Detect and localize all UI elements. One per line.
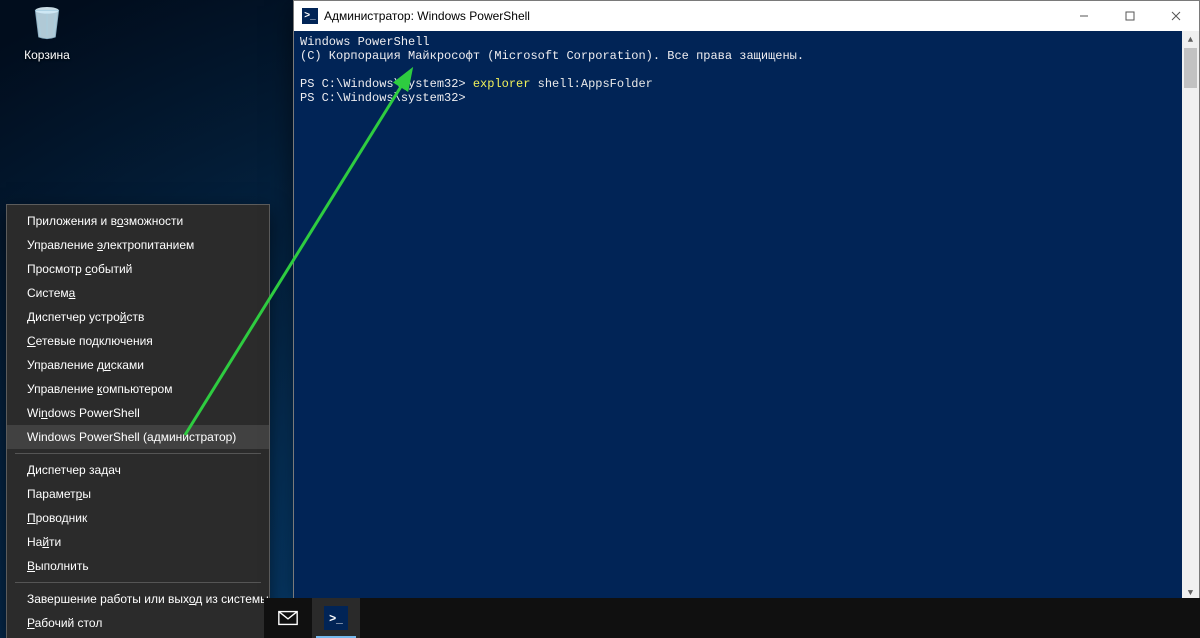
quickmenu-item[interactable]: Завершение работы или выход из системы	[7, 587, 269, 611]
menu-separator	[15, 453, 261, 454]
maximize-button[interactable]	[1107, 1, 1153, 31]
quickmenu-item[interactable]: Проводник	[7, 506, 269, 530]
powershell-icon: >_	[324, 606, 348, 630]
scroll-thumb[interactable]	[1184, 48, 1197, 88]
quickmenu-item[interactable]: Выполнить	[7, 554, 269, 578]
console-line: PS C:\Windows\system32>	[300, 91, 1193, 105]
quickmenu-item[interactable]: Система	[7, 281, 269, 305]
console-line: PS C:\Windows\system32> explorer shell:A…	[300, 77, 1193, 91]
quickmenu-item[interactable]: Управление электропитанием	[7, 233, 269, 257]
winx-quick-menu[interactable]: Приложения и возможностиУправление элект…	[6, 204, 270, 638]
console-line: Windows PowerShell	[300, 35, 1193, 49]
mail-icon	[277, 607, 299, 629]
quickmenu-item[interactable]: Windows PowerShell (администратор)	[7, 425, 269, 449]
scroll-track[interactable]	[1182, 48, 1199, 584]
console-line	[300, 63, 1193, 77]
quickmenu-item[interactable]: Параметры	[7, 482, 269, 506]
console-line: (C) Корпорация Майкрософт (Microsoft Cor…	[300, 49, 1193, 63]
quickmenu-item[interactable]: Приложения и возможности	[7, 209, 269, 233]
recycle-bin-icon[interactable]: Корзина	[12, 2, 82, 62]
quickmenu-item[interactable]: Рабочий стол	[7, 611, 269, 635]
taskbar-powershell-button[interactable]: >_	[312, 598, 360, 638]
quickmenu-item[interactable]: Управление компьютером	[7, 377, 269, 401]
quickmenu-item[interactable]: Диспетчер устройств	[7, 305, 269, 329]
quickmenu-item[interactable]: Просмотр событий	[7, 257, 269, 281]
quickmenu-item[interactable]: Сетевые подключения	[7, 329, 269, 353]
quickmenu-item[interactable]: Диспетчер задач	[7, 458, 269, 482]
minimize-button[interactable]	[1061, 1, 1107, 31]
console-scrollbar[interactable]: ▲ ▼	[1182, 31, 1199, 601]
scroll-up-button[interactable]: ▲	[1182, 31, 1199, 48]
powershell-console[interactable]: Windows PowerShell (C) Корпорация Майкро…	[294, 31, 1199, 601]
quickmenu-item[interactable]: Windows PowerShell	[7, 401, 269, 425]
powershell-title: Администратор: Windows PowerShell	[324, 9, 530, 23]
quickmenu-item[interactable]: Управление дисками	[7, 353, 269, 377]
powershell-window[interactable]: >_ Администратор: Windows PowerShell Win…	[293, 0, 1200, 602]
close-button[interactable]	[1153, 1, 1199, 31]
taskbar[interactable]: >_	[264, 598, 1200, 638]
recycle-bin-label: Корзина	[12, 48, 82, 62]
powershell-titlebar[interactable]: >_ Администратор: Windows PowerShell	[294, 1, 1199, 31]
recycle-bin-glyph	[27, 2, 67, 42]
powershell-icon: >_	[302, 8, 318, 24]
taskbar-mail-icon[interactable]	[264, 598, 312, 638]
quickmenu-item[interactable]: Найти	[7, 530, 269, 554]
menu-separator	[15, 582, 261, 583]
